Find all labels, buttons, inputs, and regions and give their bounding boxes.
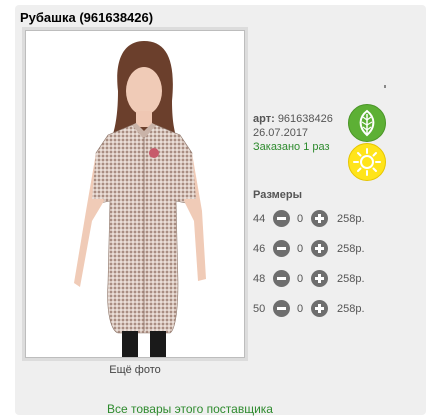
plus-icon[interactable] <box>311 210 328 227</box>
product-date: 26.07.2017 <box>253 127 309 139</box>
plus-icon[interactable] <box>311 300 328 317</box>
size-qty: 0 <box>297 213 304 225</box>
product-title: Рубашка (961638426) <box>20 10 154 25</box>
leaf-icon <box>359 109 375 137</box>
sizes-title: Размеры <box>253 189 303 201</box>
size-label: 48 <box>253 273 266 285</box>
minus-icon[interactable] <box>273 240 290 257</box>
ordered-count: Заказано 1 раз <box>253 141 330 153</box>
more-photos-link[interactable]: Ещё фото <box>25 364 245 376</box>
separator-dot <box>384 85 386 88</box>
plus-icon[interactable] <box>311 240 328 257</box>
article-label: арт: <box>253 113 275 125</box>
article-line: арт: 961638426 <box>253 112 333 126</box>
size-qty: 0 <box>297 243 304 255</box>
size-qty: 0 <box>297 303 304 315</box>
minus-icon[interactable] <box>273 210 290 227</box>
supplier-products-link[interactable]: Все товары этого поставщика <box>107 402 273 416</box>
size-qty: 0 <box>297 273 304 285</box>
sun-icon <box>353 148 381 176</box>
sun-button[interactable] <box>348 143 386 181</box>
size-label: 50 <box>253 303 266 315</box>
product-photo[interactable] <box>25 30 245 358</box>
size-label: 46 <box>253 243 266 255</box>
size-price: 258р. <box>337 273 365 285</box>
minus-icon[interactable] <box>273 300 290 317</box>
minus-icon[interactable] <box>273 270 290 287</box>
size-price: 258р. <box>337 243 365 255</box>
article-number: 961638426 <box>277 113 333 125</box>
leaf-button[interactable] <box>348 104 386 142</box>
size-label: 44 <box>253 213 266 225</box>
size-price: 258р. <box>337 303 365 315</box>
size-price: 258р. <box>337 213 365 225</box>
product-photo-image <box>26 31 244 357</box>
plus-icon[interactable] <box>311 270 328 287</box>
product-info: арт: 961638426 26.07.2017 Заказано 1 раз <box>253 112 333 154</box>
